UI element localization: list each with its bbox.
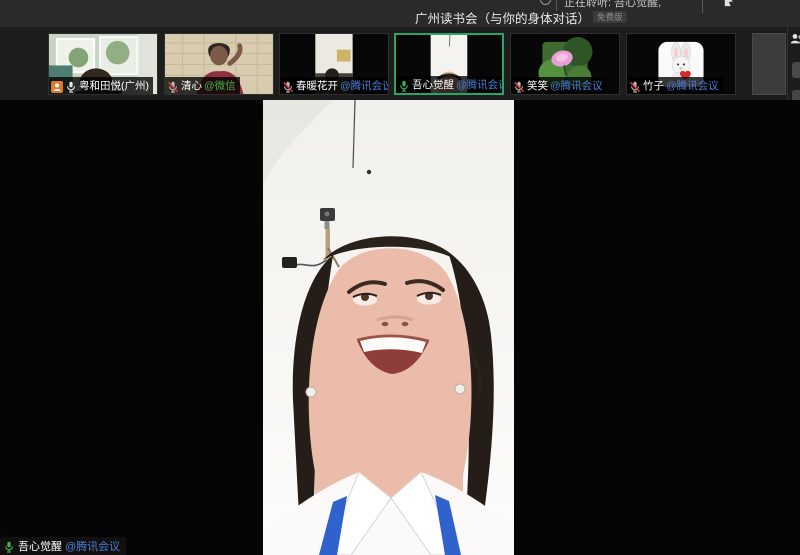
participant-thumbnail-partial[interactable] <box>752 33 786 95</box>
side-rail-button-1[interactable] <box>792 62 800 78</box>
mic-muted-icon <box>167 80 179 92</box>
main-speaker-label: 吾心觉醒@腾讯会议 <box>0 537 126 555</box>
participant-suffix: @腾讯会议 <box>340 78 388 93</box>
participant-thumbnail-6[interactable]: 竹子@腾讯会议 <box>626 33 736 95</box>
meeting-window: 正在聆听: 吾心觉醒, 广州读书会（与你的身体对话） 免费版 <box>0 0 800 555</box>
participant-name: 粤和田悦(广州) <box>79 78 149 93</box>
main-stage: 吾心觉醒@腾讯会议 <box>0 100 800 555</box>
participant-suffix: @腾讯会议 <box>666 78 719 93</box>
host-icon <box>51 80 63 92</box>
participant-filmstrip: 粤和田悦(广州) 清心@ <box>0 27 800 100</box>
mic-muted-icon <box>282 80 294 92</box>
mic-speaking-icon <box>3 540 15 552</box>
top-bar: 正在聆听: 吾心觉醒, 广州读书会（与你的身体对话） 免费版 <box>0 0 800 27</box>
main-speaker-name: 吾心觉醒 <box>18 538 62 554</box>
name-plate: 笑笑@腾讯会议 <box>511 77 607 94</box>
mic-muted-icon <box>629 80 641 92</box>
topbar-divider <box>702 0 703 13</box>
participant-name: 竹子 <box>643 78 664 93</box>
mic-muted-icon <box>513 80 525 92</box>
free-version-badge: 免费版 <box>593 11 627 23</box>
participant-thumbnail-4-active[interactable]: 吾心觉醒@腾讯会议 <box>394 33 504 95</box>
mic-speaking-icon <box>398 79 410 91</box>
participants-icon[interactable] <box>790 33 800 51</box>
participant-thumbnail-1[interactable]: 粤和田悦(广州) <box>48 33 158 95</box>
audio-listening-icon <box>540 0 551 5</box>
name-plate: 清心@微信 <box>165 77 240 94</box>
name-plate: 竹子@腾讯会议 <box>627 77 723 94</box>
participant-suffix: @腾讯会议 <box>550 78 603 93</box>
participant-name: 清心 <box>181 78 202 93</box>
main-speaker-suffix: @腾讯会议 <box>65 538 120 554</box>
name-plate: 吾心觉醒@腾讯会议 <box>396 76 502 93</box>
participant-thumbnail-5[interactable]: 笑笑@腾讯会议 <box>510 33 620 95</box>
participant-suffix: @微信 <box>204 78 236 93</box>
participant-name: 春暖花开 <box>296 78 338 93</box>
participant-suffix: @腾讯会议 <box>456 77 502 92</box>
mic-on-icon <box>65 80 77 92</box>
participant-name: 笑笑 <box>527 78 548 93</box>
meeting-title: 广州读书会（与你的身体对话） <box>415 8 590 27</box>
pointer-icon <box>722 0 735 12</box>
main-video-scene <box>263 100 514 555</box>
name-plate: 春暖花开@腾讯会议 <box>280 77 388 94</box>
participant-thumbnail-3[interactable]: 春暖花开@腾讯会议 <box>279 33 389 95</box>
participant-name: 吾心觉醒 <box>412 77 454 92</box>
main-speaker-video[interactable] <box>263 100 514 555</box>
name-plate: 粤和田悦(广州) <box>49 77 153 94</box>
participant-thumbnail-2[interactable]: 清心@微信 <box>164 33 274 95</box>
